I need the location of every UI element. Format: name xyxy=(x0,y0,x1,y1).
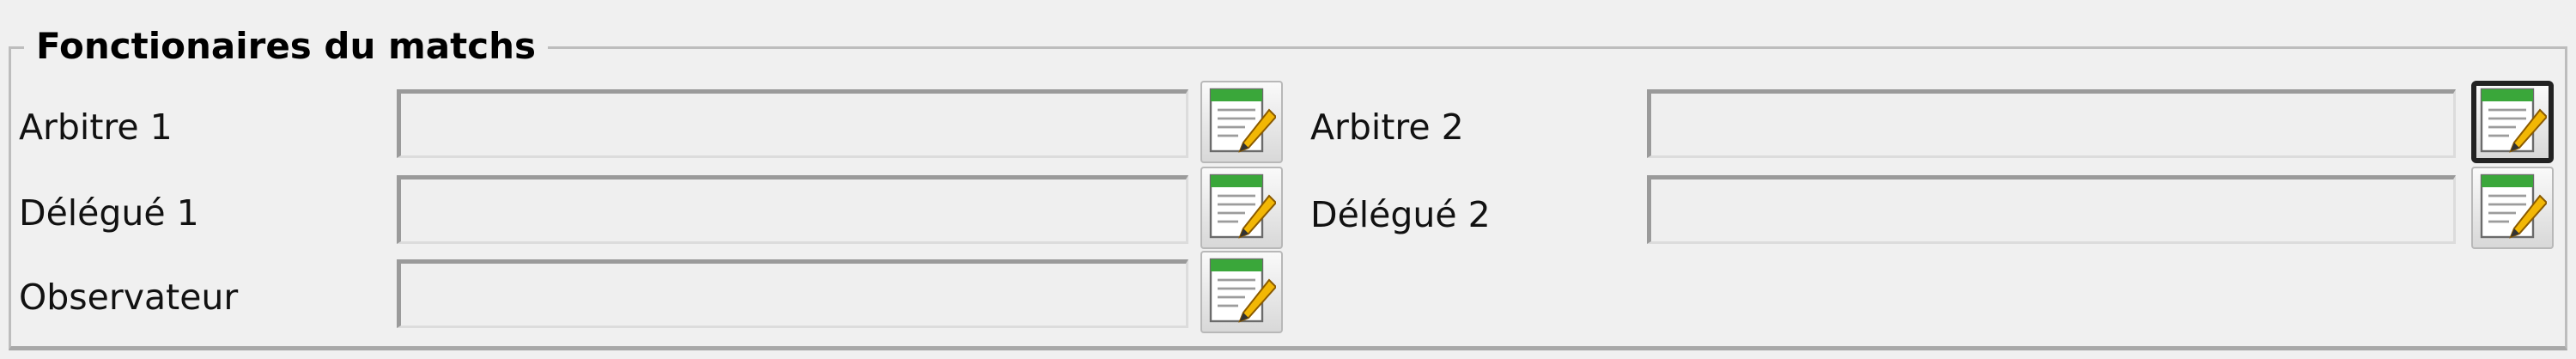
observateur-label: Observateur xyxy=(19,277,239,318)
observateur-input[interactable] xyxy=(401,264,1186,326)
arbitre-2-label: Arbitre 2 xyxy=(1310,106,1464,148)
delegue-1-input[interactable] xyxy=(401,180,1186,241)
arbitre-2-edit-button[interactable] xyxy=(2471,81,2554,163)
delegue-2-field-box xyxy=(1647,175,2456,244)
delegue-1-label: Délégué 1 xyxy=(19,192,199,234)
arbitre-2-field-box xyxy=(1647,89,2456,158)
arbitre-1-edit-button[interactable] xyxy=(1200,81,1283,163)
delegue-1-edit-button[interactable] xyxy=(1200,167,1283,249)
edit-notepad-icon xyxy=(2480,173,2547,239)
arbitre-1-label: Arbitre 1 xyxy=(19,106,173,148)
observateur-field-box xyxy=(397,259,1188,328)
section-title: Fonctionaires du matchs xyxy=(24,19,548,74)
arbitre-1-input[interactable] xyxy=(401,94,1186,155)
arbitre-1-field-box xyxy=(397,89,1188,158)
edit-notepad-icon xyxy=(1209,88,1276,153)
delegue-2-edit-button[interactable] xyxy=(2471,167,2554,249)
delegue-2-label: Délégué 2 xyxy=(1310,194,1491,235)
edit-notepad-icon xyxy=(1209,173,1276,239)
observateur-edit-button[interactable] xyxy=(1200,251,1283,333)
arbitre-2-input[interactable] xyxy=(1651,94,2453,155)
delegue-2-input[interactable] xyxy=(1651,180,2453,241)
edit-notepad-icon xyxy=(1209,258,1276,323)
edit-notepad-icon xyxy=(2480,88,2547,153)
delegue-1-field-box xyxy=(397,175,1188,244)
